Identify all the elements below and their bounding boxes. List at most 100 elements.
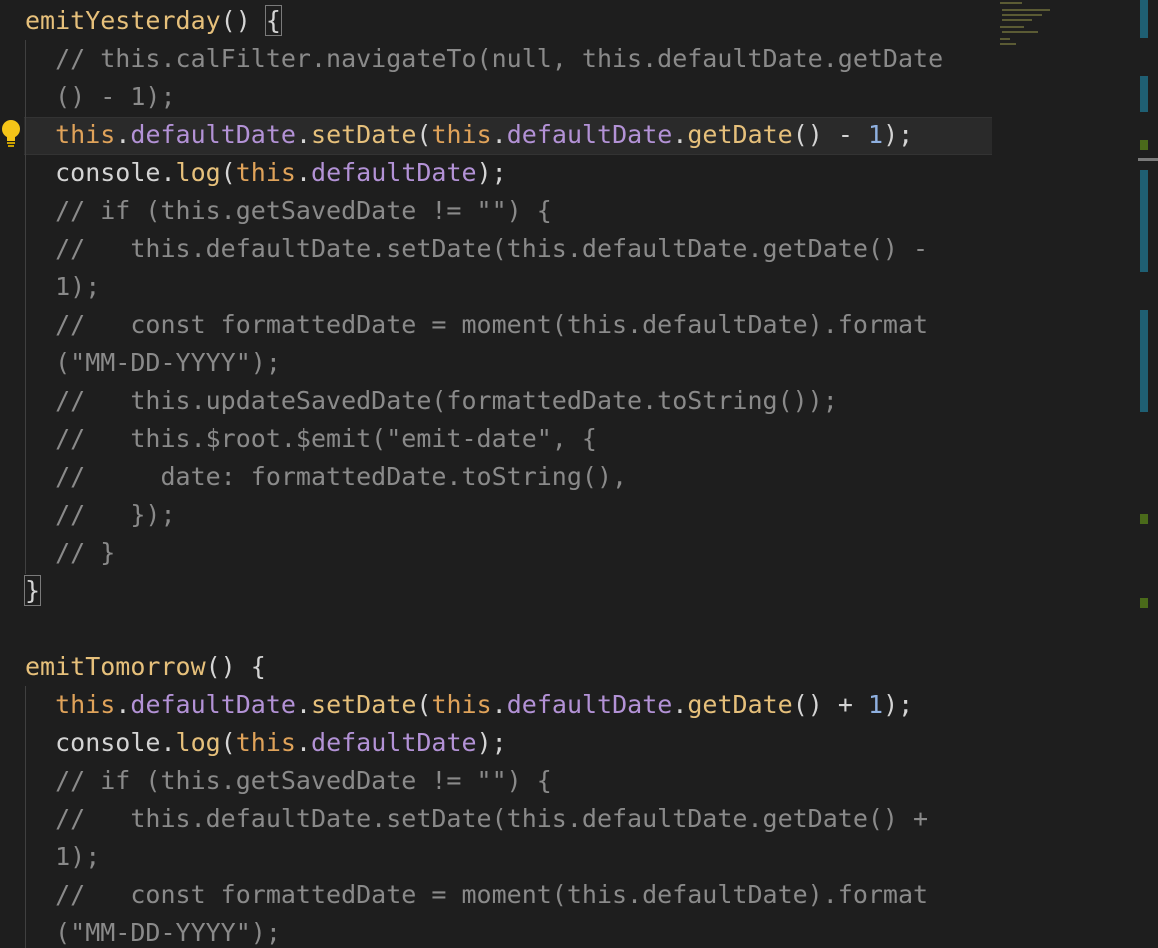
code-line[interactable]: 1); — [25, 268, 100, 306]
code-line[interactable]: // this.calFilter.navigateTo(null, this.… — [25, 40, 943, 78]
code-token: setDate — [311, 690, 417, 719]
code-line[interactable]: // const formattedDate = moment(this.def… — [25, 306, 928, 344]
code-area[interactable]: emitYesterday() { // this.calFilter.navi… — [0, 0, 1000, 948]
code-token: () { — [205, 652, 266, 681]
code-line[interactable]: console.log(this.defaultDate); — [25, 154, 507, 192]
code-comment: 1); — [25, 272, 101, 301]
code-comment: // if (this.getSavedDate != "") { — [25, 196, 552, 225]
code-token: this — [235, 728, 296, 757]
code-line[interactable]: // if (this.getSavedDate != "") { — [25, 762, 552, 800]
code-token: this — [55, 120, 116, 149]
code-token: this — [55, 690, 116, 719]
code-token: this — [431, 120, 492, 149]
code-line[interactable]: this.defaultDate.setDate(this.defaultDat… — [25, 686, 913, 724]
lightbulb-icon[interactable] — [0, 119, 22, 149]
code-comment: // this.defaultDate.setDate(this.default… — [25, 804, 929, 833]
code-token: () - — [792, 120, 868, 149]
code-line[interactable]: // this.$root.$emit("emit-date", { — [25, 420, 597, 458]
overview-ruler-marker — [1140, 76, 1148, 112]
code-token: console. — [25, 158, 176, 187]
code-token: . — [295, 120, 312, 149]
code-line[interactable]: console.log(this.defaultDate); — [25, 724, 507, 762]
code-token: defaultDate — [506, 120, 673, 149]
code-token: ( — [220, 158, 236, 187]
code-token: 1 — [868, 690, 884, 719]
code-token: . — [115, 690, 131, 719]
code-token: ); — [883, 120, 914, 149]
code-comment: // } — [25, 538, 116, 567]
code-token: ); — [476, 158, 507, 187]
overview-ruler-marker — [1140, 170, 1148, 272]
code-line[interactable]: } — [23, 572, 42, 610]
code-token: . — [672, 120, 688, 149]
code-token: emitTomorrow — [25, 652, 206, 681]
code-token: ( — [416, 690, 432, 719]
code-line[interactable]: // this.updateSavedDate(formattedDate.to… — [25, 382, 838, 420]
code-token: . — [295, 690, 312, 719]
code-line[interactable]: emitYesterday() { — [25, 2, 282, 40]
code-line[interactable]: () - 1); — [25, 78, 176, 116]
code-comment: // }); — [25, 500, 176, 529]
code-token: } — [23, 575, 42, 606]
code-editor[interactable]: emitYesterday() { // this.calFilter.navi… — [0, 0, 1158, 948]
code-line[interactable]: // this.defaultDate.setDate(this.default… — [25, 800, 928, 838]
overview-ruler-marker — [1140, 140, 1148, 150]
code-line[interactable]: // date: formattedDate.toString(), — [25, 458, 627, 496]
code-token: defaultDate — [311, 158, 477, 187]
code-comment: () - 1); — [25, 82, 176, 111]
code-comment: // const formattedDate = moment(this.def… — [25, 880, 929, 909]
code-token: . — [295, 728, 312, 757]
code-line[interactable]: ("MM-DD-YYYY"); — [25, 344, 281, 382]
code-comment: // this.defaultDate.setDate(this.default… — [25, 234, 929, 263]
code-line[interactable]: // const formattedDate = moment(this.def… — [25, 876, 928, 914]
code-comment: // this.$root.$emit("emit-date", { — [25, 424, 597, 453]
code-comment: // const formattedDate = moment(this.def… — [25, 310, 929, 339]
code-comment: ("MM-DD-YYYY"); — [25, 918, 281, 947]
code-comment: // if (this.getSavedDate != "") { — [25, 766, 552, 795]
overview-ruler-marker — [1140, 310, 1148, 412]
scrollbar-thumb[interactable] — [1138, 158, 1158, 161]
minimap[interactable] — [1000, 0, 1140, 948]
overview-ruler-marker — [1140, 514, 1148, 524]
code-token: . — [491, 690, 507, 719]
code-line[interactable]: // if (this.getSavedDate != "") { — [25, 192, 552, 230]
code-token: emitYesterday — [25, 6, 221, 35]
code-token: getDate — [687, 690, 793, 719]
code-token: 1 — [868, 120, 884, 149]
code-comment: // this.calFilter.navigateTo(null, this.… — [25, 44, 944, 73]
code-token: this — [431, 690, 492, 719]
code-token: this — [235, 158, 296, 187]
code-token: log — [175, 158, 221, 187]
code-token: getDate — [687, 120, 793, 149]
code-token: . — [672, 690, 688, 719]
code-token: log — [175, 728, 221, 757]
code-token: () + — [792, 690, 868, 719]
code-token: defaultDate — [130, 690, 296, 719]
code-line[interactable]: // } — [25, 534, 115, 572]
code-line[interactable]: this.defaultDate.setDate(this.defaultDat… — [25, 116, 913, 154]
code-token: . — [115, 120, 131, 149]
code-token: ( — [416, 120, 432, 149]
code-line[interactable]: // this.defaultDate.setDate(this.default… — [25, 230, 928, 268]
code-comment: // this.updateSavedDate(formattedDate.to… — [25, 386, 838, 415]
code-line[interactable]: // }); — [25, 496, 176, 534]
code-line[interactable]: 1); — [25, 838, 100, 876]
overview-ruler-marker — [1140, 598, 1148, 608]
code-token: . — [491, 120, 507, 149]
code-token: ( — [220, 728, 236, 757]
code-token: ); — [883, 690, 914, 719]
overview-ruler-marker — [1140, 0, 1148, 38]
code-token: console. — [25, 728, 176, 757]
code-token: setDate — [311, 120, 417, 149]
code-token: ); — [476, 728, 507, 757]
code-line[interactable]: emitTomorrow() { — [25, 648, 266, 686]
code-comment: // date: formattedDate.toString(), — [25, 462, 628, 491]
code-token: defaultDate — [130, 120, 296, 149]
code-token: . — [295, 158, 312, 187]
code-comment: ("MM-DD-YYYY"); — [25, 348, 281, 377]
code-token: () — [220, 6, 266, 35]
code-line[interactable]: ("MM-DD-YYYY"); — [25, 914, 281, 948]
code-token: defaultDate — [506, 690, 673, 719]
